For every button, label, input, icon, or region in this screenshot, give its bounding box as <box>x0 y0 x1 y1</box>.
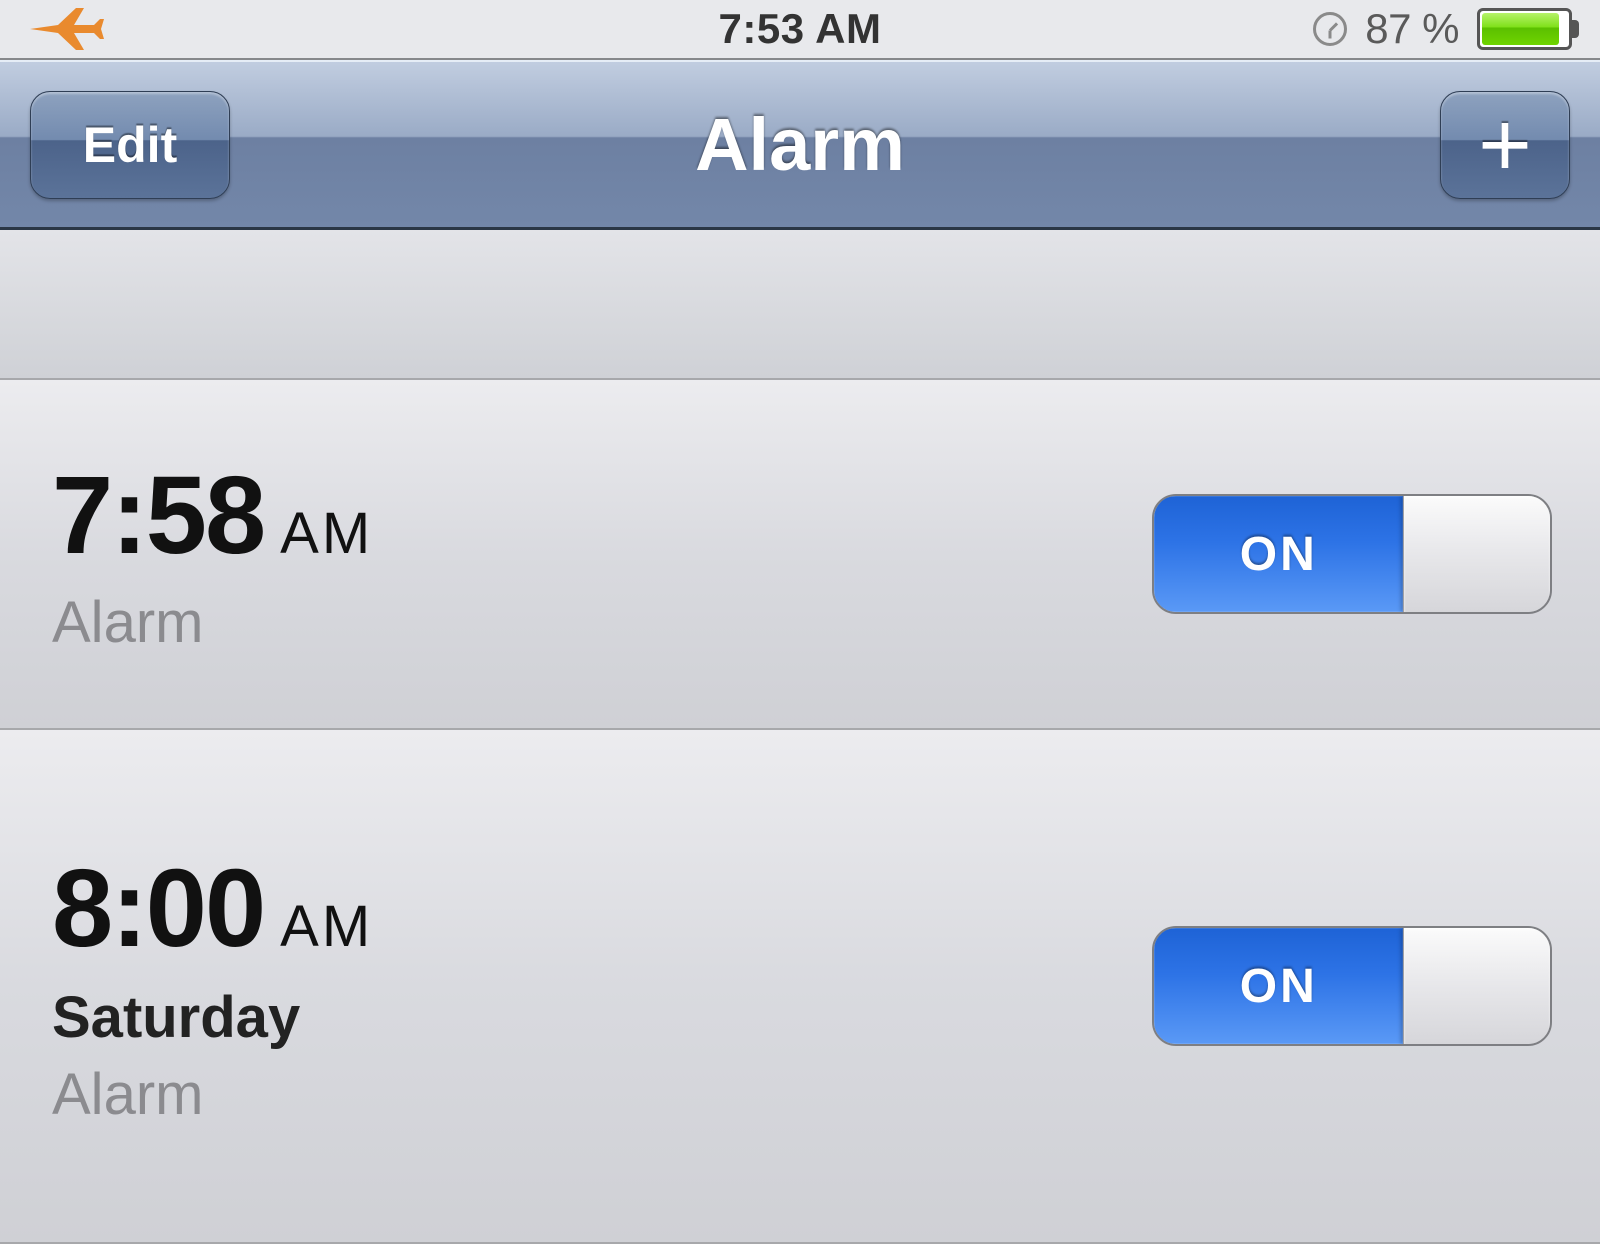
battery-fill <box>1482 13 1559 45</box>
alarm-repeat: Saturday <box>52 984 373 1051</box>
alarm-ampm: AM <box>280 893 373 960</box>
nav-bar: Edit Alarm + <box>0 60 1600 230</box>
status-right: 87 % <box>1313 5 1572 53</box>
alarm-label: Alarm <box>52 1061 373 1128</box>
alarm-row[interactable]: 7:58 AM Alarm ON <box>0 380 1600 730</box>
alarm-time-line: 8:00 AM <box>52 845 373 972</box>
alarm-toggle[interactable]: ON <box>1152 926 1552 1046</box>
screen: 7:53 AM 87 % Edit Alarm + 7:58 AM Alarm <box>0 0 1600 1244</box>
toggle-on-label: ON <box>1154 928 1403 1044</box>
list-spacer <box>0 230 1600 380</box>
status-left <box>28 4 104 54</box>
add-alarm-button[interactable]: + <box>1440 91 1570 199</box>
alarm-list: 7:58 AM Alarm ON 8:00 AM Saturday Alarm <box>0 230 1600 1244</box>
alarm-indicator-icon <box>1313 12 1347 46</box>
toggle-on-label: ON <box>1154 496 1403 612</box>
alarm-label: Alarm <box>52 589 373 656</box>
battery-icon <box>1477 8 1572 50</box>
alarm-info: 8:00 AM Saturday Alarm <box>52 845 373 1128</box>
alarm-time: 7:58 <box>52 452 264 579</box>
alarm-ampm: AM <box>280 500 373 567</box>
toggle-thumb <box>1403 928 1550 1044</box>
status-bar: 7:53 AM 87 % <box>0 0 1600 60</box>
edit-button[interactable]: Edit <box>30 91 230 199</box>
alarm-time: 8:00 <box>52 845 264 972</box>
status-time: 7:53 AM <box>719 5 882 53</box>
alarm-time-line: 7:58 AM <box>52 452 373 579</box>
alarm-toggle[interactable]: ON <box>1152 494 1552 614</box>
airplane-mode-icon <box>28 4 104 54</box>
page-title: Alarm <box>695 102 905 187</box>
alarm-row[interactable]: 8:00 AM Saturday Alarm ON <box>0 730 1600 1244</box>
toggle-thumb <box>1403 496 1550 612</box>
alarm-info: 7:58 AM Alarm <box>52 452 373 656</box>
battery-percentage: 87 % <box>1365 5 1459 53</box>
